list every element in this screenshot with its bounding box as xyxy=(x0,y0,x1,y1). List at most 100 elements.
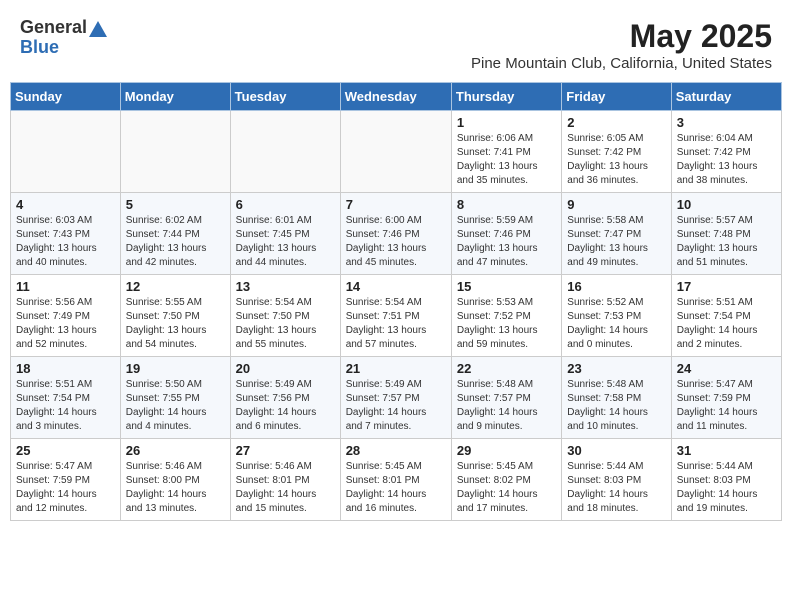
day-number: 21 xyxy=(346,361,446,376)
calendar-cell: 14 Sunrise: 5:54 AM Sunset: 7:51 PM Dayli… xyxy=(340,275,451,357)
day-number: 23 xyxy=(567,361,665,376)
day-info: Sunrise: 5:45 AM Sunset: 8:02 PM Dayligh… xyxy=(457,460,556,516)
day-number: 26 xyxy=(126,443,225,458)
calendar-cell: 1 Sunrise: 6:06 AM Sunset: 7:41 PM Daylig… xyxy=(451,111,561,193)
day-number: 5 xyxy=(126,197,225,212)
calendar-cell: 23 Sunrise: 5:48 AM Sunset: 7:58 PM Dayli… xyxy=(562,357,671,439)
calendar-cell: 27Sunrise: 5:46 AM Sunset: 8:01 PM Dayli… xyxy=(230,439,340,521)
calendar-cell: 19 Sunrise: 5:50 AM Sunset: 7:55 PM Dayli… xyxy=(120,357,230,439)
day-number: 16 xyxy=(567,279,665,294)
day-info: Sunrise: 6:02 AM Sunset: 7:44 PM Dayligh… xyxy=(126,214,225,270)
day-info: Sunrise: 6:04 AM Sunset: 7:42 PM Dayligh… xyxy=(677,132,776,188)
day-number: 19 xyxy=(126,361,225,376)
calendar-cell: 30 Sunrise: 5:44 AM Sunset: 8:03 PM Dayli… xyxy=(562,439,671,521)
calendar-cell xyxy=(120,111,230,193)
calendar-cell: 29 Sunrise: 5:45 AM Sunset: 8:02 PM Dayli… xyxy=(451,439,561,521)
day-number: 29 xyxy=(457,443,556,458)
day-info: Sunrise: 6:03 AM Sunset: 7:43 PM Dayligh… xyxy=(16,214,115,270)
day-info: Sunrise: 6:06 AM Sunset: 7:41 PM Dayligh… xyxy=(457,132,556,188)
day-number: 30 xyxy=(567,443,665,458)
calendar-cell: 12 Sunrise: 5:55 AM Sunset: 7:50 PM Dayli… xyxy=(120,275,230,357)
day-number: 22 xyxy=(457,361,556,376)
day-info: Sunrise: 5:57 AM Sunset: 7:48 PM Dayligh… xyxy=(677,214,776,270)
logo-triangle-icon xyxy=(89,21,107,37)
day-number: 17 xyxy=(677,279,776,294)
calendar-cell: 13 Sunrise: 5:54 AM Sunset: 7:50 PM Dayli… xyxy=(230,275,340,357)
day-info: Sunrise: 5:49 AM Sunset: 7:57 PM Dayligh… xyxy=(346,378,446,434)
day-number: 14 xyxy=(346,279,446,294)
day-info: Sunrise: 5:54 AM Sunset: 7:50 PM Dayligh… xyxy=(236,296,335,352)
calendar-cell: 17Sunrise: 5:51 AM Sunset: 7:54 PM Dayli… xyxy=(671,275,781,357)
calendar-cell: 15 Sunrise: 5:53 AM Sunset: 7:52 PM Dayli… xyxy=(451,275,561,357)
day-info: Sunrise: 5:54 AM Sunset: 7:51 PM Dayligh… xyxy=(346,296,446,352)
weekday-header-wednesday: Wednesday xyxy=(340,83,451,111)
calendar-cell: 2 Sunrise: 6:05 AM Sunset: 7:42 PM Daylig… xyxy=(562,111,671,193)
calendar-cell: 20Sunrise: 5:49 AM Sunset: 7:56 PM Dayli… xyxy=(230,357,340,439)
day-info: Sunrise: 5:48 AM Sunset: 7:57 PM Dayligh… xyxy=(457,378,556,434)
day-number: 31 xyxy=(677,443,776,458)
page-title: May 2025 xyxy=(471,18,772,55)
calendar-cell: 28Sunrise: 5:45 AM Sunset: 8:01 PM Dayli… xyxy=(340,439,451,521)
calendar-cell: 26 Sunrise: 5:46 AM Sunset: 8:00 PM Dayli… xyxy=(120,439,230,521)
weekday-header-sunday: Sunday xyxy=(11,83,121,111)
day-number: 7 xyxy=(346,197,446,212)
calendar-cell: 7Sunrise: 6:00 AM Sunset: 7:46 PM Daylig… xyxy=(340,193,451,275)
calendar-cell xyxy=(11,111,121,193)
day-info: Sunrise: 5:46 AM Sunset: 8:00 PM Dayligh… xyxy=(126,460,225,516)
day-number: 3 xyxy=(677,115,776,130)
calendar-cell: 25 Sunrise: 5:47 AM Sunset: 7:59 PM Dayli… xyxy=(11,439,121,521)
day-number: 12 xyxy=(126,279,225,294)
logo-blue-text: Blue xyxy=(20,38,107,58)
calendar-cell: 31 Sunrise: 5:44 AM Sunset: 8:03 PM Dayli… xyxy=(671,439,781,521)
day-number: 8 xyxy=(457,197,556,212)
day-info: Sunrise: 5:47 AM Sunset: 7:59 PM Dayligh… xyxy=(677,378,776,434)
calendar-week-4: 18Sunrise: 5:51 AM Sunset: 7:54 PM Dayli… xyxy=(11,357,782,439)
calendar-cell: 18Sunrise: 5:51 AM Sunset: 7:54 PM Dayli… xyxy=(11,357,121,439)
calendar-cell: 5 Sunrise: 6:02 AM Sunset: 7:44 PM Daylig… xyxy=(120,193,230,275)
calendar-table: SundayMondayTuesdayWednesdayThursdayFrid… xyxy=(10,82,782,521)
calendar-cell: 11 Sunrise: 5:56 AM Sunset: 7:49 PM Dayli… xyxy=(11,275,121,357)
day-info: Sunrise: 5:56 AM Sunset: 7:49 PM Dayligh… xyxy=(16,296,115,352)
logo-general-text: General xyxy=(20,18,87,38)
day-number: 4 xyxy=(16,197,115,212)
title-section: May 2025 Pine Mountain Club, California,… xyxy=(471,18,772,72)
day-info: Sunrise: 6:05 AM Sunset: 7:42 PM Dayligh… xyxy=(567,132,665,188)
weekday-header-friday: Friday xyxy=(562,83,671,111)
day-number: 27 xyxy=(236,443,335,458)
day-number: 13 xyxy=(236,279,335,294)
calendar-cell: 6Sunrise: 6:01 AM Sunset: 7:45 PM Daylig… xyxy=(230,193,340,275)
day-info: Sunrise: 5:44 AM Sunset: 8:03 PM Dayligh… xyxy=(677,460,776,516)
calendar-cell: 3 Sunrise: 6:04 AM Sunset: 7:42 PM Daylig… xyxy=(671,111,781,193)
calendar-cell: 22 Sunrise: 5:48 AM Sunset: 7:57 PM Dayli… xyxy=(451,357,561,439)
calendar-cell xyxy=(230,111,340,193)
day-info: Sunrise: 5:47 AM Sunset: 7:59 PM Dayligh… xyxy=(16,460,115,516)
calendar-cell: 21 Sunrise: 5:49 AM Sunset: 7:57 PM Dayli… xyxy=(340,357,451,439)
day-number: 24 xyxy=(677,361,776,376)
calendar-week-1: 1 Sunrise: 6:06 AM Sunset: 7:41 PM Daylig… xyxy=(11,111,782,193)
day-info: Sunrise: 5:51 AM Sunset: 7:54 PM Dayligh… xyxy=(16,378,115,434)
day-number: 25 xyxy=(16,443,115,458)
weekday-header-tuesday: Tuesday xyxy=(230,83,340,111)
day-info: Sunrise: 5:48 AM Sunset: 7:58 PM Dayligh… xyxy=(567,378,665,434)
day-number: 15 xyxy=(457,279,556,294)
day-info: Sunrise: 5:55 AM Sunset: 7:50 PM Dayligh… xyxy=(126,296,225,352)
day-info: Sunrise: 6:01 AM Sunset: 7:45 PM Dayligh… xyxy=(236,214,335,270)
day-info: Sunrise: 5:49 AM Sunset: 7:56 PM Dayligh… xyxy=(236,378,335,434)
weekday-header-monday: Monday xyxy=(120,83,230,111)
day-info: Sunrise: 5:58 AM Sunset: 7:47 PM Dayligh… xyxy=(567,214,665,270)
calendar-week-2: 4 Sunrise: 6:03 AM Sunset: 7:43 PM Daylig… xyxy=(11,193,782,275)
day-info: Sunrise: 5:44 AM Sunset: 8:03 PM Dayligh… xyxy=(567,460,665,516)
day-info: Sunrise: 5:53 AM Sunset: 7:52 PM Dayligh… xyxy=(457,296,556,352)
day-number: 2 xyxy=(567,115,665,130)
calendar-cell: 10Sunrise: 5:57 AM Sunset: 7:48 PM Dayli… xyxy=(671,193,781,275)
day-info: Sunrise: 5:50 AM Sunset: 7:55 PM Dayligh… xyxy=(126,378,225,434)
day-info: Sunrise: 5:59 AM Sunset: 7:46 PM Dayligh… xyxy=(457,214,556,270)
calendar-week-5: 25 Sunrise: 5:47 AM Sunset: 7:59 PM Dayli… xyxy=(11,439,782,521)
weekday-header-saturday: Saturday xyxy=(671,83,781,111)
calendar-cell: 9Sunrise: 5:58 AM Sunset: 7:47 PM Daylig… xyxy=(562,193,671,275)
day-number: 11 xyxy=(16,279,115,294)
day-info: Sunrise: 5:45 AM Sunset: 8:01 PM Dayligh… xyxy=(346,460,446,516)
day-info: Sunrise: 5:52 AM Sunset: 7:53 PM Dayligh… xyxy=(567,296,665,352)
day-number: 1 xyxy=(457,115,556,130)
page-subtitle: Pine Mountain Club, California, United S… xyxy=(471,55,772,72)
